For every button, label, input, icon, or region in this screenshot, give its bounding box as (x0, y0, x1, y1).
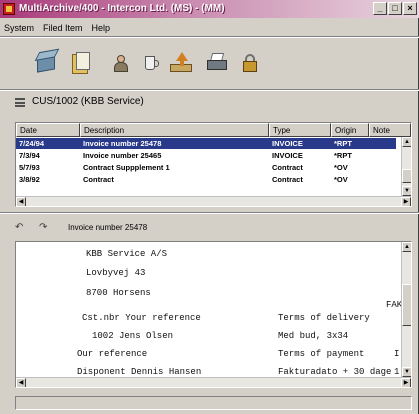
cell-origin: *RPT (334, 151, 352, 160)
scroll-up-icon[interactable]: ▲ (402, 242, 411, 252)
documents-icon[interactable] (70, 50, 96, 76)
maximize-button[interactable]: □ (388, 2, 402, 15)
menu-help[interactable]: Help (92, 20, 111, 36)
window-controls: _ □ × (373, 2, 417, 15)
cell-note (369, 150, 396, 161)
cell-description: Contract Suppplement 1 (83, 163, 170, 172)
doc-line: FAK (386, 300, 403, 310)
minimize-button[interactable]: _ (373, 2, 387, 15)
cell-type: INVOICE (272, 151, 303, 160)
cell-date: 7/24/94 (19, 139, 45, 148)
doc-line: Med bud, 3x34 (278, 331, 349, 341)
table-row[interactable]: 5/7/93 Contract Suppplement 1 Contract *… (16, 162, 396, 173)
doc-line: 8700 Horsens (86, 288, 151, 298)
doc-line: Lovbyvej 43 (86, 268, 146, 278)
pane-separator (0, 212, 419, 214)
status-bar (15, 396, 412, 410)
menu-filed-item[interactable]: Filed Item (43, 20, 83, 36)
table-vertical-scrollbar[interactable]: ▲ ▼ (401, 137, 411, 196)
cell-description: Invoice number 25465 (83, 151, 162, 160)
cell-origin: *RPT (334, 139, 352, 148)
scroll-down-icon[interactable]: ▼ (402, 186, 411, 196)
person-icon[interactable] (106, 50, 132, 76)
lock-icon[interactable] (237, 50, 263, 76)
doc-line: Terms of delivery (278, 313, 370, 323)
cell-note (369, 162, 396, 173)
cube-icon[interactable] (34, 50, 60, 76)
cell-origin: *OV (334, 175, 348, 184)
close-button[interactable]: × (403, 2, 417, 15)
viewer-horizontal-scrollbar[interactable]: ◀ ▶ (16, 377, 411, 387)
doc-line: 1002 Jens Olsen (92, 331, 174, 341)
document-navigation: ↶ ↷ Invoice number 25478 (15, 220, 315, 236)
customer-label: CUS/1002 (KBB Service) (32, 96, 144, 107)
printer-icon[interactable] (204, 50, 230, 76)
doc-line: Fakturadato + 30 dage (278, 367, 392, 377)
column-date[interactable]: Date (16, 123, 80, 137)
app-icon[interactable] (3, 3, 15, 15)
column-description[interactable]: Description (80, 123, 269, 137)
column-origin[interactable]: Origin (331, 123, 369, 137)
table-row[interactable]: 7/24/94 Invoice number 25478 INVOICE *RP… (16, 138, 396, 149)
app-window: MultiArchive/400 - Intercon Ltd. (MS) - … (0, 0, 419, 414)
cell-description: Invoice number 25478 (83, 139, 162, 148)
doc-line: 1 (394, 367, 400, 377)
cup-icon[interactable] (137, 50, 163, 76)
table-horizontal-scrollbar[interactable]: ◀ ▶ (16, 196, 411, 206)
doc-line: I (394, 349, 400, 359)
doc-line: Disponent Dennis Hansen (77, 367, 202, 377)
column-type[interactable]: Type (269, 123, 331, 137)
cell-type: Contract (272, 163, 303, 172)
documents-table[interactable]: Date Description Type Origin Note 7/24/9… (15, 122, 412, 207)
cell-date: 5/7/93 (19, 163, 40, 172)
cell-date: 7/3/94 (19, 151, 40, 160)
scroll-up-icon[interactable]: ▲ (402, 137, 411, 147)
column-note[interactable]: Note (369, 123, 411, 137)
title-bar[interactable]: MultiArchive/400 - Intercon Ltd. (MS) - … (0, 0, 419, 18)
scroll-right-icon[interactable]: ▶ (401, 378, 411, 387)
doc-line: KBB Service A/S (86, 249, 168, 259)
list-icon (15, 98, 25, 107)
doc-line: Our reference (77, 349, 148, 359)
scroll-left-icon[interactable]: ◀ (16, 197, 26, 206)
cell-description: Contract (83, 175, 114, 184)
scroll-left-icon[interactable]: ◀ (16, 378, 26, 387)
document-viewer[interactable]: KBB Service A/S Lovbyvej 43 8700 Horsens… (15, 241, 412, 388)
customer-context: CUS/1002 (KBB Service) (0, 91, 419, 113)
menu-bar: System Filed Item Help (0, 20, 419, 36)
window-title: MultiArchive/400 - Intercon Ltd. (MS) - … (19, 3, 225, 14)
doc-line: Cst.nbr Your reference (82, 313, 201, 323)
menu-system[interactable]: System (4, 20, 34, 36)
cell-type: INVOICE (272, 139, 303, 148)
next-document-icon[interactable]: ↷ (39, 221, 59, 235)
cell-note (369, 174, 396, 185)
previous-document-icon[interactable]: ↶ (15, 221, 35, 235)
table-header: Date Description Type Origin Note (16, 123, 411, 137)
scroll-down-icon[interactable]: ▼ (402, 367, 411, 377)
current-document-label: Invoice number 25478 (68, 223, 148, 232)
scroll-thumb[interactable] (402, 169, 411, 183)
doc-line: Terms of payment (278, 349, 365, 359)
table-row[interactable]: 7/3/94 Invoice number 25465 INVOICE *RPT (16, 150, 396, 161)
cell-date: 3/8/92 (19, 175, 40, 184)
viewer-vertical-scrollbar[interactable]: ▲ ▼ (401, 242, 411, 377)
scroll-right-icon[interactable]: ▶ (401, 197, 411, 206)
cell-note (369, 138, 396, 149)
cell-type: Contract (272, 175, 303, 184)
scroll-thumb[interactable] (402, 284, 411, 326)
toolbar (0, 37, 419, 89)
tray-upload-icon[interactable] (168, 50, 194, 76)
table-row[interactable]: 3/8/92 Contract Contract *OV (16, 174, 396, 185)
cell-origin: *OV (334, 163, 348, 172)
